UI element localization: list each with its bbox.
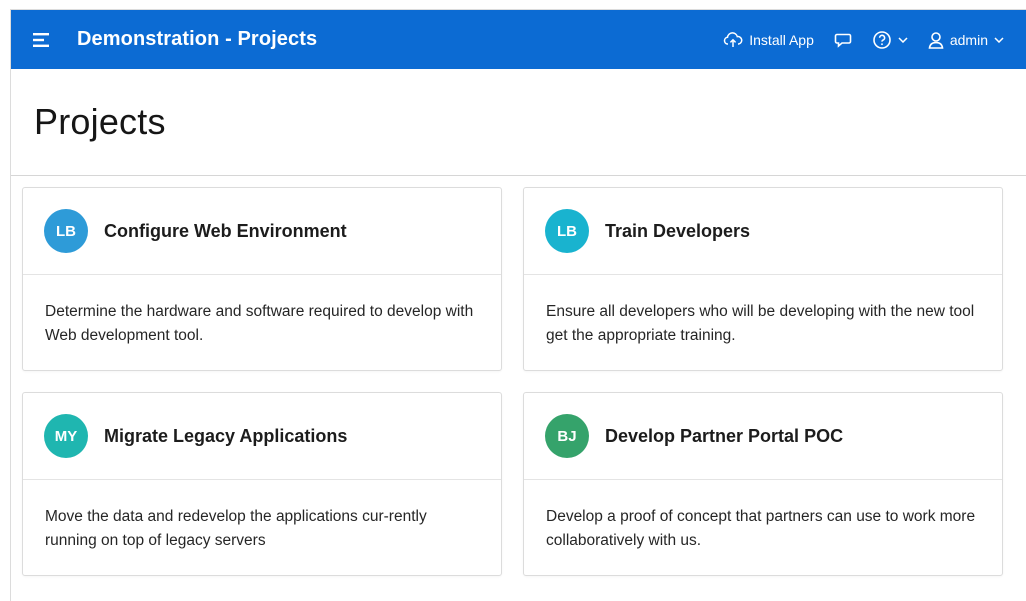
card-header: LB Train Developers	[524, 188, 1002, 275]
feedback-button[interactable]	[824, 10, 862, 69]
card-title[interactable]: Develop Partner Portal POC	[605, 426, 843, 447]
project-card[interactable]: BJ Develop Partner Portal POC Develop a …	[523, 392, 1003, 576]
card-description: Ensure all developers who will be develo…	[546, 303, 975, 344]
user-menu-button[interactable]: admin	[918, 10, 1014, 69]
install-app-label: Install App	[749, 31, 814, 48]
card-description: Move the data and redevelop the applicat…	[45, 508, 427, 549]
avatar: BJ	[545, 414, 589, 458]
avatar: LB	[44, 209, 88, 253]
app-header: Demonstration - Projects Install App adm…	[11, 10, 1026, 69]
hamburger-menu-icon[interactable]	[31, 31, 53, 49]
project-card[interactable]: LB Configure Web Environment Determine t…	[22, 187, 502, 371]
card-header: LB Configure Web Environment	[23, 188, 501, 275]
chevron-down-icon	[898, 36, 908, 43]
chat-bubble-icon	[834, 32, 852, 48]
cloud-upload-icon	[723, 31, 743, 48]
card-header: MY Migrate Legacy Applications	[23, 393, 501, 480]
card-description: Develop a proof of concept that partners…	[546, 508, 976, 549]
avatar: MY	[44, 414, 88, 458]
header-nav: Install App admin	[713, 10, 1014, 69]
install-app-button[interactable]: Install App	[713, 10, 824, 69]
card-title[interactable]: Train Developers	[605, 221, 750, 242]
card-header: BJ Develop Partner Portal POC	[524, 393, 1002, 480]
app-title[interactable]: Demonstration - Projects	[77, 28, 317, 51]
card-title[interactable]: Configure Web Environment	[104, 221, 347, 242]
user-icon	[928, 31, 944, 49]
page-title-region: Projects	[11, 69, 1026, 176]
page-title: Projects	[34, 101, 166, 142]
card-title[interactable]: Migrate Legacy Applications	[104, 426, 347, 447]
avatar: LB	[545, 209, 589, 253]
user-name: admin	[949, 31, 988, 48]
project-card[interactable]: MY Migrate Legacy Applications Move the …	[22, 392, 502, 576]
card-description: Determine the hardware and software requ…	[45, 303, 474, 344]
chevron-down-icon	[994, 36, 1004, 43]
help-menu-button[interactable]	[862, 10, 918, 69]
project-card[interactable]: LB Train Developers Ensure all developer…	[523, 187, 1003, 371]
help-circle-icon	[872, 30, 892, 50]
